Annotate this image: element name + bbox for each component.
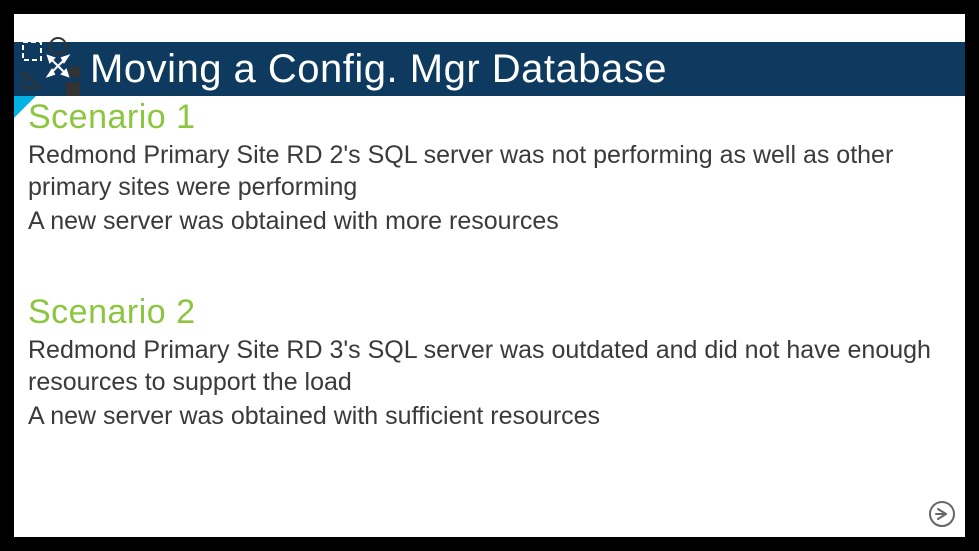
scenario-1-heading: Scenario 1 — [28, 98, 951, 137]
slide-content: Scenario 1 Redmond Primary Site RD 2's S… — [28, 96, 951, 537]
scenario-2-heading: Scenario 2 — [28, 293, 951, 332]
scenario-2-line-2: A new server was obtained with sufficien… — [28, 400, 938, 432]
title-bar: Moving a Config. Mgr Database — [14, 42, 965, 96]
next-slide-button[interactable] — [927, 499, 957, 529]
scenario-1-line-1: Redmond Primary Site RD 2's SQL server w… — [28, 139, 938, 203]
scenario-1-line-2: A new server was obtained with more reso… — [28, 205, 938, 237]
slide: Moving a Config. Mgr Database Scenario 1… — [0, 0, 979, 551]
scenario-2-line-1: Redmond Primary Site RD 3's SQL server w… — [28, 334, 938, 398]
slide-title: Moving a Config. Mgr Database — [90, 47, 667, 92]
shapes-logo-icon — [20, 36, 82, 98]
